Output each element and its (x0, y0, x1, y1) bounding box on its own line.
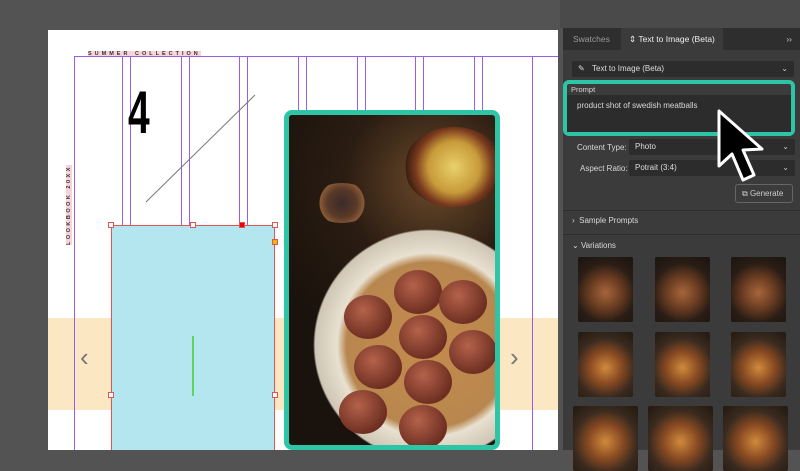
content-type-label: Content Type: (577, 143, 627, 152)
chevron-down-icon: ⌄ (782, 142, 789, 151)
variation-thumbnail[interactable] (648, 406, 713, 471)
generated-image-frame[interactable] (284, 110, 500, 450)
potato-bowl (404, 127, 495, 207)
collapse-panel-button[interactable]: ›› (778, 28, 800, 50)
variation-thumbnail[interactable] (578, 332, 633, 397)
variations-toggle[interactable]: ⌄ Variations (572, 241, 616, 250)
variation-thumbnail[interactable] (731, 257, 786, 322)
diagonal-line[interactable] (143, 92, 258, 204)
document-page[interactable]: SUMMER COLLECTION LOOKBOOK 20XX 4 ‹ › (48, 30, 558, 450)
variation-thumbnail[interactable] (655, 257, 710, 322)
generate-button[interactable]: ⧉ Generate (735, 184, 793, 203)
variation-thumbnail[interactable] (723, 406, 788, 471)
generate-icon: ⧉ (742, 189, 750, 198)
aspect-ratio-label: Aspect Ratio: (580, 164, 628, 173)
text-to-image-icon: ✎ (578, 64, 585, 73)
chevron-down-icon: ⌄ (782, 163, 789, 172)
content-type-value: Photo (635, 142, 656, 151)
prompt-label: Prompt (571, 85, 596, 94)
variations-label: Variations (580, 241, 616, 250)
text-to-image-panel: Swatches ⇕ Text to Image (Beta) ›› ✎ Text… (563, 28, 800, 471)
peppercorn-bowl (311, 183, 373, 223)
tab-icon: ⇕ (629, 34, 639, 44)
selected-rectangle[interactable] (108, 222, 278, 450)
cursor-arrow-icon (717, 109, 764, 182)
variation-thumbnail[interactable] (655, 332, 710, 397)
tab-label: Text to Image (Beta) (638, 34, 715, 44)
mode-value: Text to Image (Beta) (592, 64, 665, 73)
margin-guide (74, 56, 558, 57)
generate-label: Generate (749, 189, 784, 198)
sample-prompts-label: Sample Prompts (579, 216, 639, 225)
variation-thumbnail[interactable] (578, 257, 633, 322)
variation-thumbnail[interactable] (731, 332, 786, 397)
next-arrow[interactable]: › (510, 342, 519, 373)
variation-thumbnail[interactable] (573, 406, 638, 471)
top-bar (560, 0, 800, 28)
chevron-down-icon: ⌄ (572, 241, 581, 250)
lookbook-text[interactable]: LOOKBOOK 20XX (66, 165, 72, 245)
meatball-bowl (299, 215, 495, 445)
mode-dropdown[interactable]: ✎ Text to Image (Beta) ⌄ (572, 61, 794, 77)
tab-text-to-image[interactable]: ⇕ Text to Image (Beta) (621, 28, 723, 50)
chevron-down-icon: ⌄ (781, 64, 788, 73)
tab-swatches[interactable]: Swatches (565, 28, 618, 50)
aspect-ratio-value: Potrait (3:4) (635, 163, 677, 172)
sample-prompts-toggle[interactable]: › Sample Prompts (572, 216, 638, 225)
prev-arrow[interactable]: ‹ (80, 342, 89, 373)
